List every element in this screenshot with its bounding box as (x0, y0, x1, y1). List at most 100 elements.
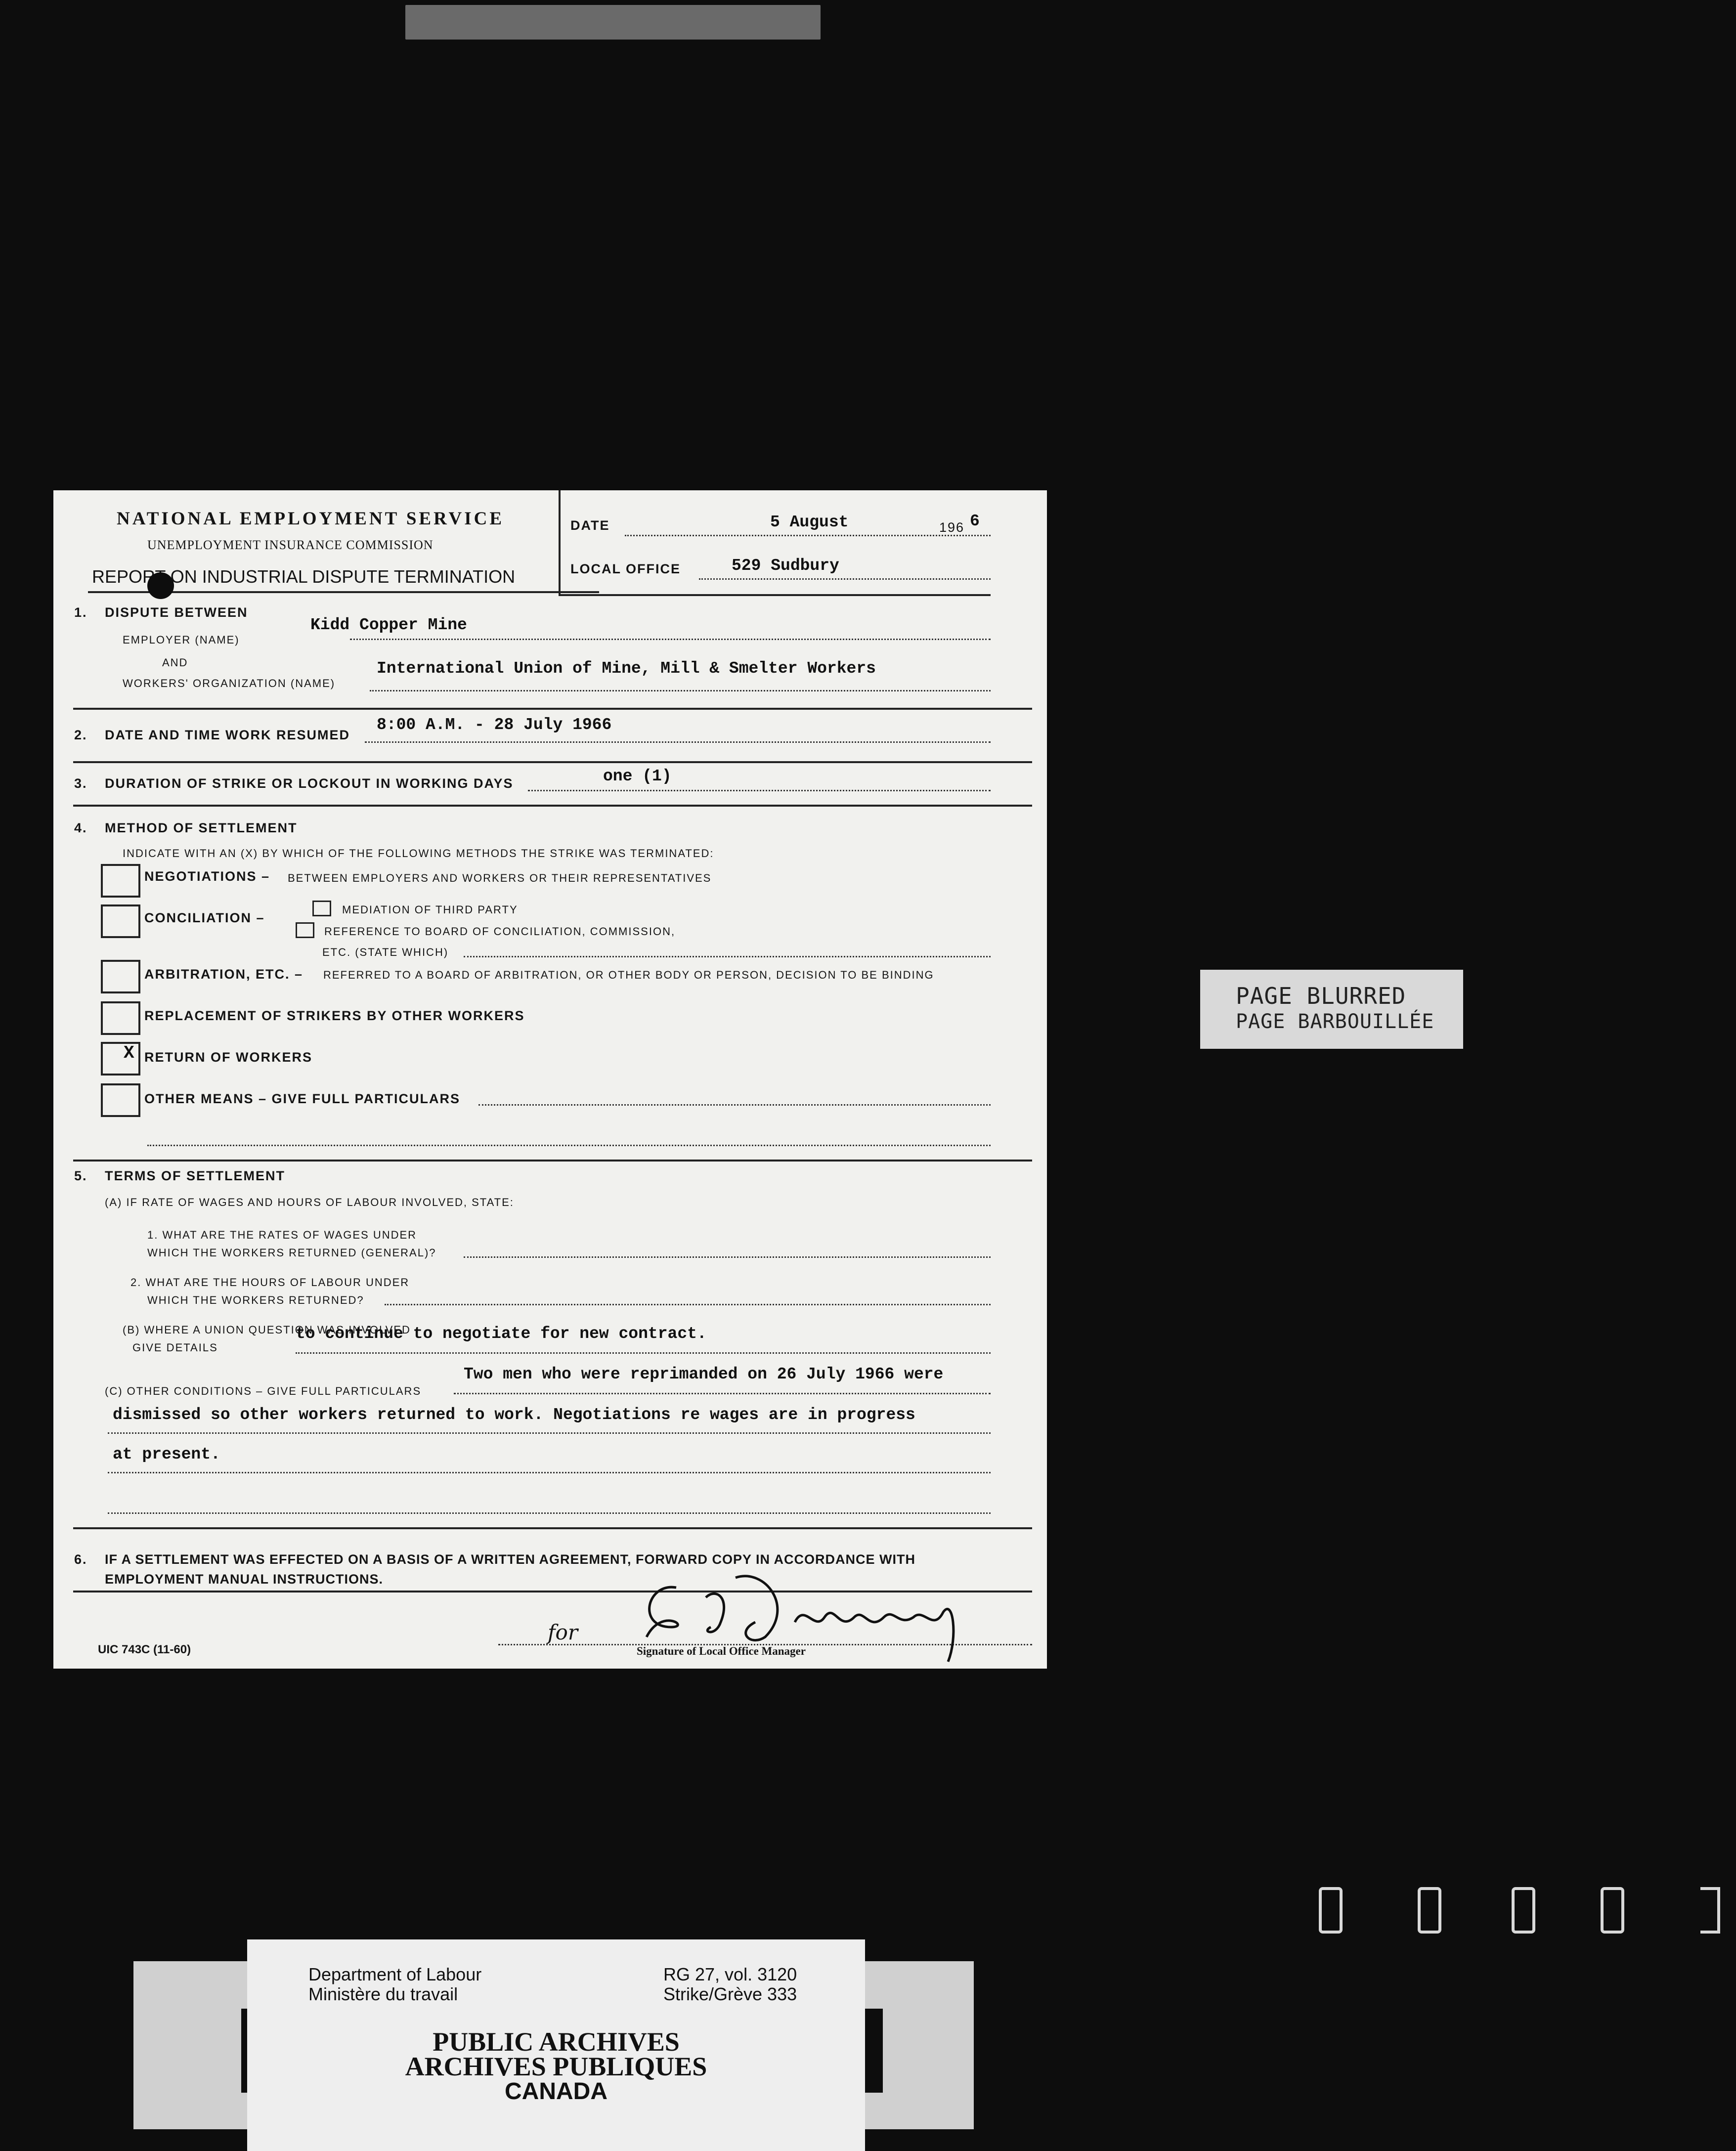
dept-en: Department of Labour (308, 1964, 482, 1984)
s3-number: 3. (74, 776, 87, 791)
form-code: UIC 743C (11-60) (98, 1643, 191, 1656)
s6-line1: IF A SETTLEMENT WAS EFFECTED ON A BASIS … (105, 1552, 915, 1567)
workers-label: WORKERS' ORGANIZATION (NAME) (123, 677, 336, 689)
s2-rule (73, 761, 1032, 763)
s5-a1-line1: 1. WHAT ARE THE RATES OF WAGES UNDER (147, 1229, 417, 1241)
return-x-mark: X (124, 1043, 134, 1063)
return-checkbox[interactable] (101, 1042, 140, 1076)
work-resumed-value: 8:00 A.M. - 28 July 1966 (377, 716, 612, 734)
commission-heading: UNEMPLOYMENT INSURANCE COMMISSION (147, 538, 434, 552)
other-line-1 (478, 1104, 991, 1106)
rg-reference: RG 27, vol. 3120 (663, 1964, 797, 1984)
archive-tab-left (133, 1961, 252, 2129)
s5-a2-line2: WHICH THE WORKERS RETURNED? (147, 1294, 364, 1306)
other-conditions-value-2: dismissed so other workers returned to w… (113, 1406, 915, 1424)
s4-number: 4. (74, 820, 87, 835)
s2-number: 2. (74, 728, 87, 742)
and-label: AND (162, 656, 188, 669)
other-means-label: OTHER MEANS – GIVE FULL PARTICULARS (144, 1091, 461, 1106)
duration-value: one (1) (603, 767, 672, 785)
replacement-checkbox[interactable] (101, 1001, 140, 1035)
s2-title: DATE AND TIME WORK RESUMED (105, 728, 350, 742)
a2-line (385, 1304, 991, 1305)
date-line (625, 535, 991, 536)
strike-number: Strike/Grève 333 (663, 1984, 797, 2004)
s5-b-line2: GIVE DETAILS (132, 1341, 218, 1354)
frame-digit (1601, 1887, 1624, 1934)
employer-value: Kidd Copper Mine (310, 616, 467, 634)
conciliation-checkbox[interactable] (101, 904, 140, 938)
s3-line (528, 790, 991, 791)
other-line-2 (147, 1145, 991, 1146)
s3-rule (73, 805, 1032, 807)
s4-instruction: INDICATE WITH AN (X) BY WHICH OF THE FOL… (123, 847, 714, 860)
blurred-line-en: PAGE BLURRED (1236, 983, 1406, 1009)
c-line-1 (454, 1393, 991, 1394)
etc-label: ETC. (STATE WHICH) (322, 946, 449, 958)
workers-line (370, 690, 991, 691)
arbitration-label: ARBITRATION, ETC. – (144, 967, 303, 982)
frame-digit (1512, 1887, 1535, 1934)
s5-a-label: (A) IF RATE OF WAGES AND HOURS OF LABOUR… (105, 1196, 514, 1208)
header-divider (559, 490, 561, 596)
other-conditions-value-1: Two men who were reprimanded on 26 July … (464, 1365, 944, 1383)
signature-label: Signature of Local Office Manager (637, 1645, 806, 1657)
local-office-label: LOCAL OFFICE (570, 561, 681, 576)
b-line (296, 1352, 991, 1354)
dispute-report-form: NATIONAL EMPLOYMENT SERVICE UNEMPLOYMENT… (53, 490, 1047, 1669)
mediation-label: MEDIATION OF THIRD PARTY (342, 903, 518, 916)
negotiations-desc: BETWEEN EMPLOYERS AND WORKERS OR THEIR R… (288, 872, 712, 884)
arbitration-checkbox[interactable] (101, 960, 140, 993)
year-suffix: 6 (970, 512, 980, 530)
film-top-strip (405, 5, 821, 40)
s5-c-label: (C) OTHER CONDITIONS – GIVE FULL PARTICU… (105, 1385, 422, 1397)
header-bottom-rule (559, 594, 991, 596)
other-conditions-value-3: at present. (113, 1445, 220, 1463)
reference-checkbox[interactable] (296, 922, 314, 938)
year-prefix: 196 (939, 520, 965, 535)
s5-number: 5. (74, 1168, 87, 1183)
c-line-3 (108, 1472, 991, 1473)
punch-hole (147, 572, 174, 599)
archives-fr: ARCHIVES PUBLIQUES (405, 2052, 707, 2081)
reference-label: REFERENCE TO BOARD OF CONCILIATION, COMM… (324, 925, 676, 938)
a1-line (464, 1256, 991, 1258)
local-office-value: 529 Sudbury (732, 557, 839, 575)
frame-digit-partial (1700, 1887, 1720, 1934)
s6-number: 6. (74, 1552, 87, 1567)
country: CANADA (505, 2078, 608, 2105)
s4-rule (73, 1160, 1032, 1162)
s1-rule (73, 708, 1032, 710)
replacement-label: REPLACEMENT OF STRIKERS BY OTHER WORKERS (144, 1008, 525, 1023)
etc-line (464, 956, 991, 957)
s1-title: DISPUTE BETWEEN (105, 605, 248, 620)
public-archives-label: Department of Labour Ministère du travai… (133, 1939, 974, 2151)
frame-digit (1319, 1887, 1343, 1934)
s1-number: 1. (74, 605, 87, 620)
service-heading: NATIONAL EMPLOYMENT SERVICE (117, 509, 505, 529)
arbitration-desc: REFERRED TO A BOARD OF ARBITRATION, OR O… (323, 969, 934, 981)
c-line-4 (108, 1512, 991, 1514)
s5-title: TERMS OF SETTLEMENT (105, 1168, 285, 1183)
employer-label: EMPLOYER (NAME) (123, 634, 240, 646)
negotiations-label: NEGOTIATIONS – (144, 869, 270, 884)
s5-a2-line1: 2. WHAT ARE THE HOURS OF LABOUR UNDER (130, 1276, 410, 1289)
c-line-2 (108, 1432, 991, 1434)
s5-rule (73, 1527, 1032, 1529)
dept-fr: Ministère du travail (308, 1984, 458, 2004)
s5-a1-line2: WHICH THE WORKERS RETURNED (GENERAL)? (147, 1247, 436, 1259)
date-value: 5 August (770, 513, 849, 531)
negotiations-checkbox[interactable] (101, 864, 140, 898)
return-label: RETURN OF WORKERS (144, 1050, 312, 1065)
blurred-line-fr: PAGE BARBOUILLÉE (1236, 1010, 1434, 1033)
employer-line (350, 639, 991, 640)
s2-line (365, 741, 991, 743)
frame-digit (1418, 1887, 1441, 1934)
date-label: DATE (570, 518, 610, 533)
signature-prefix: for (548, 1620, 578, 1644)
mediation-checkbox[interactable] (312, 901, 331, 916)
local-office-line (699, 578, 991, 580)
s3-title: DURATION OF STRIKE OR LOCKOUT IN WORKING… (105, 776, 514, 791)
archive-card: Department of Labour Ministère du travai… (247, 1939, 865, 2151)
other-means-checkbox[interactable] (101, 1083, 140, 1117)
